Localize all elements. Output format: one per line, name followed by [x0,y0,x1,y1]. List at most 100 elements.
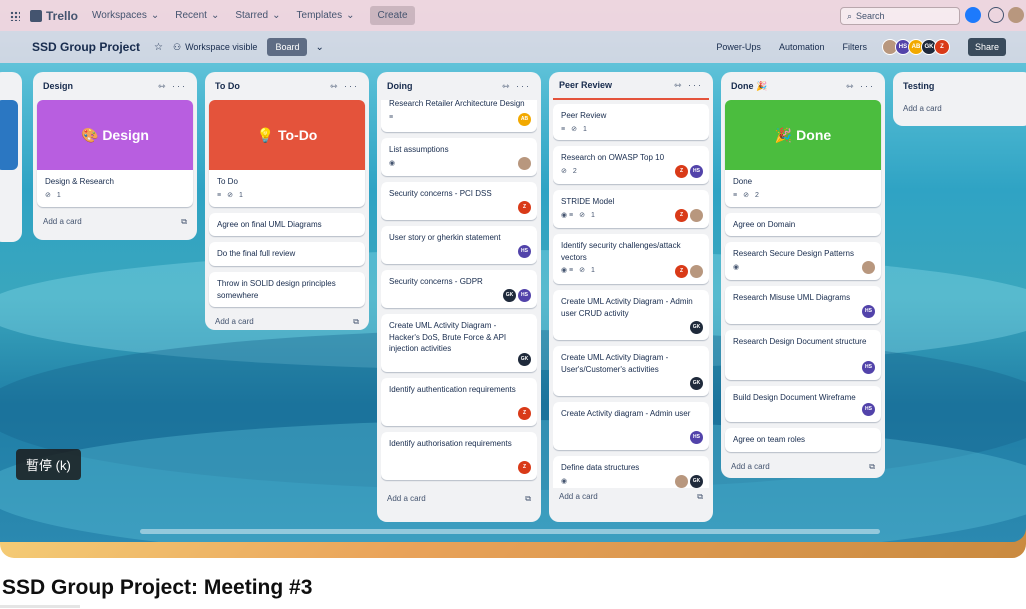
video-player[interactable]: Trello Workspaces ⌄ Recent ⌄ Starred ⌄ Temp… [0,0,1026,558]
add-card-button[interactable]: Add a card ⧉ [553,488,709,510]
account-avatar[interactable] [1008,7,1024,23]
power-ups-button[interactable]: Power-Ups [716,42,761,52]
card[interactable]: Identify security challenges/attack vect… [553,234,709,284]
card[interactable]: Research Retailer Architecture Design ≡ AB [381,100,537,132]
nav-workspaces-label: Workspaces [92,10,147,21]
board-title[interactable]: SSD Group Project [32,40,140,54]
avatar: HS [690,165,703,178]
card[interactable]: Agree on final UML Diagrams [209,212,365,237]
card[interactable]: Agree on Domain [725,212,881,237]
people-icon: ⚇ [173,41,182,52]
board-scrollbar[interactable] [140,529,880,534]
card[interactable]: Research on OWASP Top 10 ⊘ 2 Z HS [553,146,709,184]
attachment-count: 1 [591,211,595,219]
add-card-button[interactable]: Add a card [897,100,1026,121]
filters-button[interactable]: Filters [842,42,867,52]
card[interactable]: Create UML Activity Diagram - User's/Cus… [553,346,709,396]
card[interactable]: Throw in SOLID design principles somewhe… [209,271,365,308]
card[interactable]: Security concerns - GDPR GK HS [381,270,537,308]
nav-starred-label: Starred [235,10,269,21]
nav-starred[interactable]: Starred ⌄ [235,10,280,21]
card-title: Peer Review [561,111,607,120]
avatar [518,157,531,170]
list-design: Design ⇿ ··· 🎨 Design Design & Research ⊘… [33,72,197,240]
app-switcher-icon[interactable] [10,10,20,21]
share-button[interactable]: Share [967,38,1006,56]
card[interactable]: 💡 To-Do To Do ≡ ⊘ 1 [209,100,365,207]
card[interactable]: Identify authentication requirements Z [381,378,537,426]
card-title: Create UML Activity Diagram - Admin user… [561,297,693,318]
create-button[interactable]: Create [370,6,415,25]
avatar [675,475,688,488]
add-card-button[interactable]: Add a card ⧉ [209,313,365,335]
divider [0,605,80,608]
watch-icon: ◉ [733,263,740,271]
watch-icon: ◉ [389,159,396,167]
card[interactable]: Define data structures ◉ GK [553,456,709,488]
card[interactable]: Create UML Activity Diagram - Hacker's D… [381,314,537,372]
card[interactable]: STRIDE Model ◉ ≡ ⊘ 1 Z [553,190,709,228]
help-icon[interactable] [988,7,1004,23]
board-header: SSD Group Project ☆ ⚇ Workspace visible B… [0,31,1026,63]
visibility-button[interactable]: ⚇ Workspace visible [173,42,257,53]
template-icon[interactable]: ⧉ [869,462,875,472]
add-card-button[interactable]: Add a card ⧉ [725,458,881,480]
attachment-icon: ⊘ [579,267,586,275]
list-menu-icon[interactable]: ⇿ ··· [330,81,359,92]
member-avatars[interactable]: HS AB GK Z [881,39,950,55]
template-icon[interactable]: ⧉ [353,317,359,327]
video-title: SSD Group Project: Meeting #3 [2,576,313,599]
card[interactable]: Peer Review ≡ ⊘ 1 [553,104,709,140]
chevron-down-icon[interactable]: ⌄ [315,42,323,53]
add-card-button[interactable]: Add a card ⧉ [381,490,537,512]
nav-templates[interactable]: Templates ⌄ [297,10,355,21]
trello-logo-icon [30,9,42,22]
card[interactable]: 🎉 Done Done ≡ ⊘ 2 [725,100,881,207]
list-menu-icon[interactable]: ⇿ ··· [158,81,187,92]
card[interactable]: Create Activity diagram - Admin user HS [553,402,709,450]
star-icon[interactable]: ☆ [154,42,163,53]
card[interactable]: Build Design Document Wireframe HS [725,386,881,423]
add-card-button[interactable]: Add a card ⧉ [37,213,193,235]
card-title: To Do [217,177,238,186]
template-icon[interactable]: ⧉ [525,494,531,504]
top-navigation: Trello Workspaces ⌄ Recent ⌄ Starred ⌄ Temp… [0,0,1026,31]
card-title: Identify security challenges/attack vect… [561,241,681,262]
notifications-bell-icon[interactable] [965,7,981,23]
card[interactable]: Security concerns - PCI DSS Z [381,182,537,220]
card[interactable]: Research Secure Design Patterns ◉ [725,242,881,281]
cover-label: To-Do [277,126,318,143]
card-title: Security concerns - PCI DSS [389,189,492,198]
list-menu-icon[interactable]: ⇿ ··· [674,80,703,91]
card[interactable]: Research Misuse UML Diagrams HS [725,286,881,325]
template-icon[interactable]: ⧉ [181,217,187,227]
avatar: GK [690,377,703,390]
list-menu-icon[interactable]: ⇿ ··· [502,81,531,92]
card[interactable]: Research Design Document structure HS [725,330,881,381]
template-icon[interactable]: ⧉ [697,492,703,502]
card[interactable]: 🎨 Design Design & Research ⊘ 1 [37,100,193,207]
card[interactable]: Agree on team roles [725,428,881,452]
card[interactable]: User story or gherkin statement HS [381,226,537,264]
card[interactable]: Create UML Activity Diagram - Admin user… [553,290,709,340]
list-menu-icon[interactable]: ⇿ ··· [846,81,875,92]
list-title[interactable]: To Do [215,81,240,91]
add-card-label: Add a card [559,492,598,501]
list-title[interactable]: Design [43,81,73,91]
chevron-down-icon: ⌄ [210,10,220,21]
avatar: HS [518,289,531,302]
nav-templates-label: Templates [296,10,343,21]
card[interactable]: Identify authorisation requirements Z [381,432,537,480]
list-title[interactable]: Done 🎉 [731,81,767,92]
automation-button[interactable]: Automation [779,42,825,52]
trello-logo[interactable]: Trello [30,9,78,23]
list-title[interactable]: Doing [387,81,413,91]
card[interactable]: List assumptions ◉ [381,138,537,176]
board-view-button[interactable]: Board [267,38,308,56]
nav-recent[interactable]: Recent ⌄ [175,10,219,21]
card[interactable]: Do the final full review [209,242,365,266]
nav-workspaces[interactable]: Workspaces ⌄ [92,10,159,21]
list-title[interactable]: Peer Review [559,80,612,90]
list-title[interactable]: Testing [903,81,934,91]
search-input[interactable]: ⌕ Search [840,7,960,25]
